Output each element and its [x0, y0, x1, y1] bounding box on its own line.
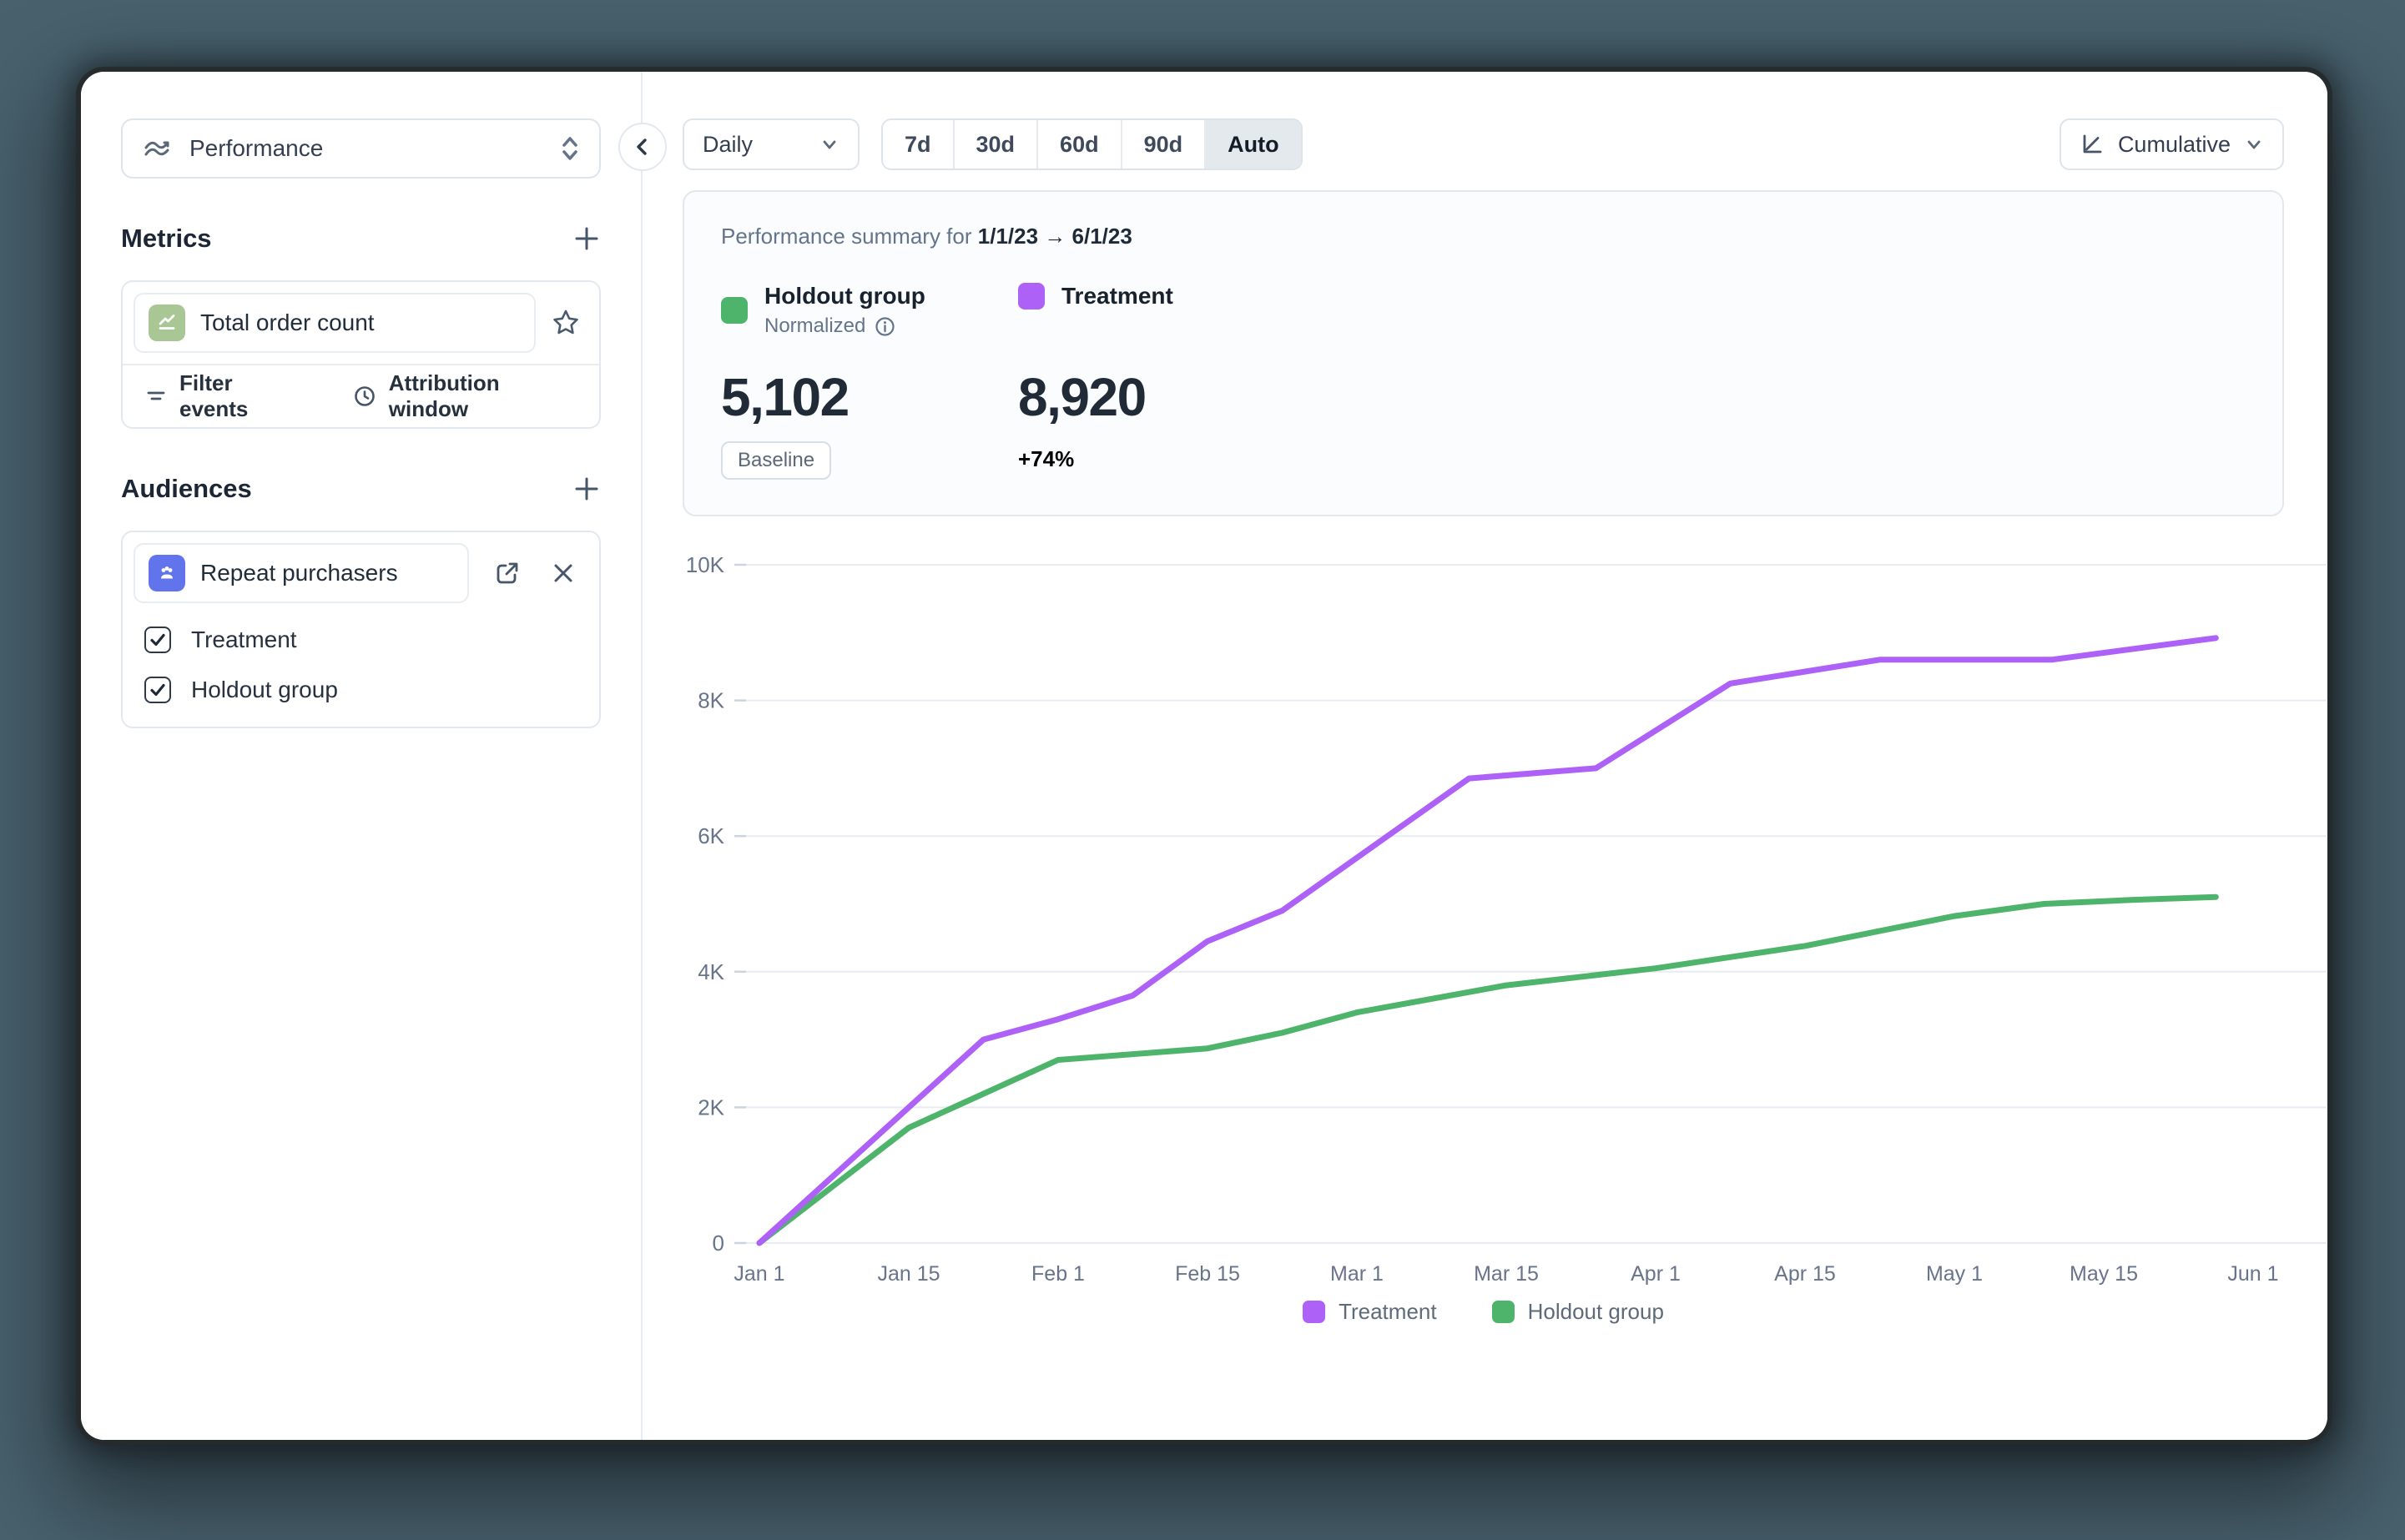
chart-legend: Treatment Holdout group — [683, 1299, 2284, 1325]
svg-text:May 15: May 15 — [2070, 1262, 2138, 1286]
svg-text:Jan 1: Jan 1 — [734, 1262, 784, 1286]
audiences-header: Audiences — [121, 474, 601, 504]
checkbox-treatment[interactable] — [144, 627, 171, 653]
svg-text:May 1: May 1 — [1926, 1262, 1983, 1286]
svg-text:4K: 4K — [698, 959, 724, 984]
clock-icon — [352, 384, 377, 409]
summary-groups-row: Holdout group Normalized — [721, 283, 2246, 338]
chart-canvas[interactable]: 0 2K 4K 6K 8K 10K Jan 1 Jan 15 Feb 1 Feb 15 Mar 1 M… — [676, 550, 2327, 1301]
metrics-title: Metrics — [121, 224, 212, 254]
svg-text:Mar 1: Mar 1 — [1330, 1262, 1384, 1286]
users-icon — [149, 555, 185, 591]
chart-toolbar: Daily 7d 30d 60d 90d Auto — [683, 118, 2284, 170]
treatment-checkbox-label: Treatment — [191, 627, 297, 653]
performance-trend-icon — [141, 133, 173, 164]
collapse-sidebar-button[interactable] — [618, 123, 667, 171]
audience-name: Repeat purchasers — [200, 560, 398, 586]
range-7d-button[interactable]: 7d — [883, 120, 953, 169]
chevron-up-down-icon — [559, 133, 581, 164]
treatment-value: 8,920 — [1018, 366, 1146, 428]
summary-date-end: 6/1/23 — [1072, 224, 1132, 249]
report-type-label: Performance — [189, 135, 542, 162]
holdout-checkbox-label: Holdout group — [191, 677, 338, 703]
summary-title: Performance summary for 1/1/23 → 6/1/23 — [721, 224, 2246, 249]
range-30d-button[interactable]: 30d — [953, 120, 1037, 169]
add-audience-button[interactable] — [572, 475, 601, 503]
holdout-group-name: Holdout group — [764, 283, 925, 309]
holdout-value: 5,102 — [721, 366, 1018, 428]
metrics-header: Metrics — [121, 224, 601, 254]
summary-date-start: 1/1/23 — [978, 224, 1038, 249]
filter-icon — [144, 385, 168, 408]
svg-text:8K: 8K — [698, 688, 724, 713]
sidebar: Performance Metrics — [81, 72, 643, 1440]
baseline-badge: Baseline — [721, 441, 831, 480]
legend-treatment-swatch — [1303, 1301, 1325, 1323]
range-60d-button[interactable]: 60d — [1036, 120, 1121, 169]
svg-text:Jan 15: Jan 15 — [877, 1262, 940, 1286]
treatment-swatch — [1018, 283, 1045, 310]
svg-text:0: 0 — [713, 1230, 724, 1256]
treatment-checkbox-row[interactable]: Treatment — [144, 627, 599, 653]
metric-card: Total order count Filter ev — [121, 280, 601, 429]
treatment-delta: +74% — [1018, 446, 1146, 472]
line-chart: 0 2K 4K 6K 8K 10K Jan 1 Jan 15 Feb 1 Feb 15 Mar 1 M… — [683, 550, 2284, 1367]
chevron-left-icon — [630, 134, 655, 159]
mode-label: Cumulative — [2118, 132, 2231, 158]
mode-select[interactable]: Cumulative — [2060, 118, 2284, 170]
granularity-select[interactable]: Daily — [683, 118, 860, 170]
treatment-group-header: Treatment — [1018, 283, 1173, 310]
range-auto-button[interactable]: Auto — [1204, 120, 1300, 169]
cumulative-chart-icon — [2080, 132, 2105, 157]
holdout-group-subtitle: Normalized — [764, 315, 925, 338]
granularity-label: Daily — [703, 132, 806, 158]
remove-audience-icon[interactable] — [550, 560, 577, 586]
external-link-icon[interactable] — [493, 559, 522, 587]
chevron-down-icon — [2244, 134, 2264, 154]
svg-text:Mar 15: Mar 15 — [1474, 1262, 1539, 1286]
holdout-swatch — [721, 297, 748, 324]
svg-text:Apr 1: Apr 1 — [1631, 1262, 1681, 1286]
checkbox-holdout[interactable] — [144, 677, 171, 703]
svg-text:Feb 1: Feb 1 — [1031, 1262, 1085, 1286]
report-type-select[interactable]: Performance — [121, 118, 601, 179]
legend-holdout-label: Holdout group — [1528, 1299, 1664, 1325]
metric-select[interactable]: Total order count — [134, 293, 536, 353]
legend-item-holdout[interactable]: Holdout group — [1492, 1299, 1664, 1325]
range-segmented-control: 7d 30d 60d 90d Auto — [881, 118, 1303, 170]
filter-events-button[interactable]: Filter events — [144, 370, 302, 422]
attribution-window-button[interactable]: Attribution window — [352, 370, 577, 422]
legend-treatment-label: Treatment — [1339, 1299, 1437, 1325]
filter-events-label: Filter events — [179, 370, 302, 422]
svg-text:6K: 6K — [698, 823, 724, 848]
metric-name: Total order count — [200, 310, 375, 336]
metric-chart-line-icon — [149, 304, 185, 341]
main-panel: Daily 7d 30d 60d 90d Auto — [643, 72, 2327, 1440]
add-metric-button[interactable] — [572, 224, 601, 253]
treatment-group-name: Treatment — [1061, 283, 1173, 310]
info-icon[interactable] — [874, 315, 896, 338]
star-icon[interactable] — [549, 306, 582, 340]
legend-item-treatment[interactable]: Treatment — [1303, 1299, 1437, 1325]
svg-text:2K: 2K — [698, 1095, 724, 1120]
audience-select[interactable]: Repeat purchasers — [134, 543, 469, 603]
legend-holdout-swatch — [1492, 1301, 1515, 1323]
app-window: Performance Metrics — [81, 72, 2327, 1440]
audiences-title: Audiences — [121, 474, 252, 504]
svg-text:Jun 1: Jun 1 — [2227, 1262, 2278, 1286]
svg-text:Apr 15: Apr 15 — [1774, 1262, 1836, 1286]
holdout-group-header: Holdout group Normalized — [721, 283, 1018, 338]
summary-values-row: 5,102 Baseline 8,920 +74% — [721, 366, 2246, 480]
svg-text:Feb 15: Feb 15 — [1175, 1262, 1240, 1286]
svg-text:10K: 10K — [686, 552, 725, 577]
holdout-checkbox-row[interactable]: Holdout group — [144, 677, 599, 727]
chevron-down-icon — [819, 134, 839, 154]
summary-arrow: → — [1044, 224, 1066, 249]
performance-summary-card: Performance summary for 1/1/23 → 6/1/23 … — [683, 190, 2284, 516]
attribution-window-label: Attribution window — [389, 370, 577, 422]
audience-card: Repeat purchasers — [121, 531, 601, 728]
range-90d-button[interactable]: 90d — [1121, 120, 1205, 169]
